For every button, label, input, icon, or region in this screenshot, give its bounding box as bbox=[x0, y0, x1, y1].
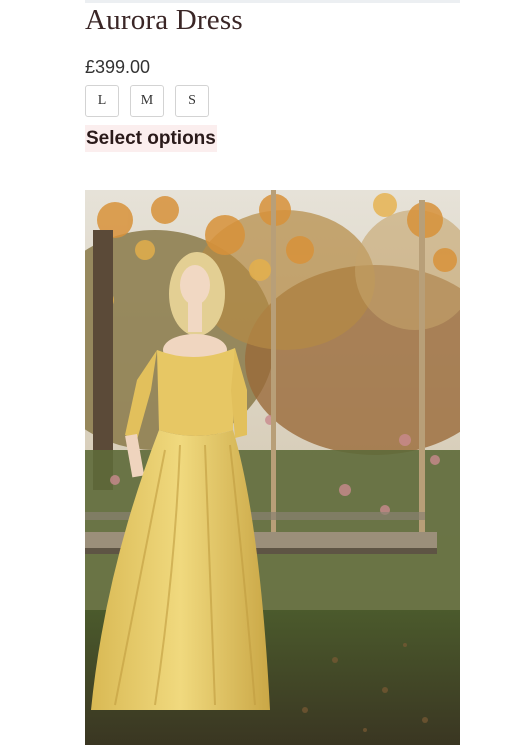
top-divider bbox=[85, 0, 460, 3]
product-title[interactable]: Aurora Dress bbox=[85, 4, 243, 37]
product-image[interactable] bbox=[85, 190, 460, 745]
product-price: £399.00 bbox=[85, 57, 151, 77]
select-options-button[interactable]: Select options bbox=[85, 125, 217, 152]
size-swatches: L M S bbox=[85, 85, 209, 117]
size-option-l[interactable]: L bbox=[85, 85, 119, 117]
size-option-s[interactable]: S bbox=[175, 85, 209, 117]
size-option-m[interactable]: M bbox=[130, 85, 164, 117]
